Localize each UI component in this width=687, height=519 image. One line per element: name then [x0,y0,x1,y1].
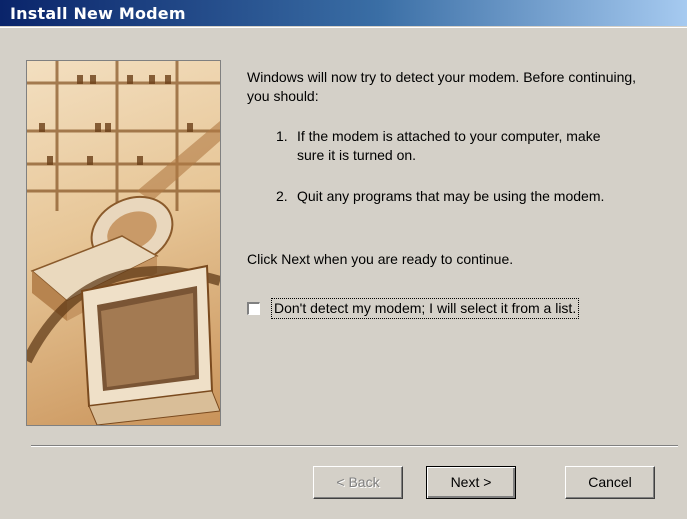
next-prompt-text: Click Next when you are ready to continu… [247,251,514,267]
step-1-number: 1. [276,128,288,144]
intro-text: Windows will now try to detect your mode… [247,69,637,104]
step-2-number: 2. [276,188,288,204]
next-button-label: Next > [450,474,492,490]
step-1: 1. If the modem is attached to your compu… [276,127,636,165]
modem-illustration-graphic [27,61,220,425]
cancel-button[interactable]: Cancel [565,466,655,499]
cancel-button-label: Cancel [588,474,632,490]
step-1-text: If the modem is attached to your compute… [297,128,601,163]
dont-detect-checkbox-label[interactable]: Don't detect my modem; I will select it … [271,298,580,319]
next-button[interactable]: Next > [426,466,516,499]
step-2-text: Quit any programs that may be using the … [297,188,605,204]
dont-detect-checkbox[interactable] [247,302,260,315]
window-title: Install New Modem [10,4,186,23]
step-2: 2. Quit any programs that may be using th… [276,187,636,206]
modem-illustration [26,60,221,426]
title-divider [0,27,687,28]
title-bar[interactable]: Install New Modem [0,0,687,27]
back-button-label: < Back [336,474,380,490]
button-separator-highlight [31,446,678,447]
back-button[interactable]: < Back [313,466,403,499]
